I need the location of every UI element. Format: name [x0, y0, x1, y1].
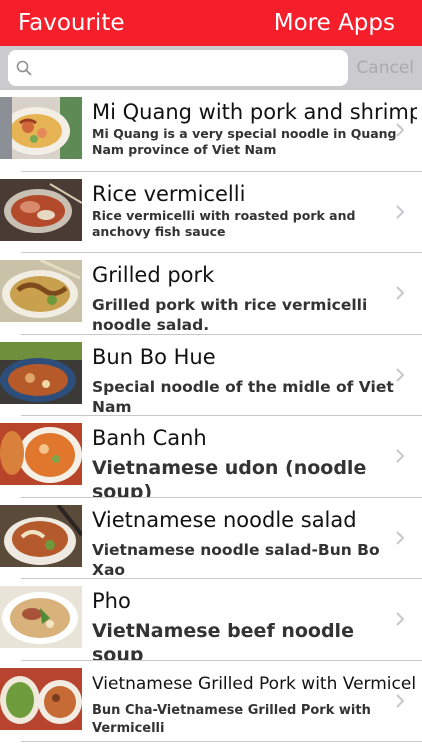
- chevron-right-icon: [396, 530, 404, 545]
- list-item-bun-bo-hue[interactable]: Bun Bo Hue Special noodle of the midle o…: [0, 334, 422, 416]
- item-subtitle: Special noodle of the midle of Viet Nam: [92, 377, 394, 416]
- bun-cha-photo: [0, 667, 82, 730]
- item-title: Vietnamese Grilled Pork with Vermicelli: [92, 673, 417, 694]
- rice-vermicelli-photo: [0, 178, 82, 241]
- search-input[interactable]: [40, 50, 340, 86]
- chevron-right-icon: [396, 367, 404, 382]
- item-title: Banh Canh: [92, 426, 207, 450]
- favourite-button[interactable]: Favourite: [18, 9, 125, 37]
- chevron-right-icon: [396, 449, 404, 463]
- chevron-right-icon: [396, 204, 404, 219]
- item-subtitle: Bun Cha-Vietnamese Grilled Pork with Ver…: [92, 702, 371, 736]
- recipe-list: Mi Quang with pork and shrimp Mi Quang i…: [0, 90, 422, 750]
- search-icon: [16, 60, 32, 76]
- item-subtitle: Grilled pork with rice vermicelli noodle…: [92, 296, 368, 334]
- mi-quang-photo: [0, 97, 82, 159]
- item-title: Pho: [92, 589, 131, 613]
- item-title: Mi Quang with pork and shrimp: [92, 100, 417, 124]
- more-apps-button[interactable]: More Apps: [274, 9, 395, 37]
- list-item-rice-vermicelli[interactable]: Rice vermicelli Rice vermicelli with roa…: [0, 171, 422, 253]
- noodle-salad-photo: [0, 504, 82, 567]
- list-item-banh-canh[interactable]: Banh Canh Vietnamese udon (noodle soup): [0, 416, 422, 503]
- list-item-bun-cha[interactable]: Vietnamese Grilled Pork with Vermicelli …: [0, 660, 422, 742]
- list-item-mi-quang[interactable]: Mi Quang with pork and shrimp Mi Quang i…: [0, 90, 422, 172]
- navigation-bar: Favourite More Apps: [0, 0, 422, 46]
- banh-canh-photo: [0, 423, 82, 485]
- chevron-right-icon: [396, 612, 404, 626]
- item-title: Grilled pork: [92, 263, 215, 287]
- item-subtitle: Rice vermicelli with roasted pork and an…: [92, 207, 356, 239]
- search-bar: Cancel: [0, 46, 422, 90]
- pho-photo: [0, 586, 82, 648]
- chevron-right-icon: [396, 286, 404, 300]
- list-item-pho[interactable]: Pho VietNamese beef noodle soup: [0, 579, 422, 666]
- grilled-pork-photo: [0, 260, 82, 322]
- list-item-grilled-pork[interactable]: Grilled pork Grilled pork with rice verm…: [0, 253, 422, 335]
- search-field[interactable]: [8, 50, 348, 86]
- item-subtitle: Mi Quang is a very special noodle in Qua…: [92, 126, 397, 157]
- list-item-noodle-salad[interactable]: Vietnamese noodle salad Vietnamese noodl…: [0, 497, 422, 579]
- item-subtitle: Vietnamese noodle salad-Bun Bo Xao: [92, 540, 380, 579]
- item-title: Bun Bo Hue: [92, 344, 216, 369]
- chevron-right-icon: [396, 693, 404, 708]
- item-title: Rice vermicelli: [92, 181, 246, 206]
- item-title: Vietnamese noodle salad: [92, 507, 357, 532]
- cancel-button[interactable]: Cancel: [356, 57, 414, 79]
- chevron-right-icon: [396, 123, 404, 137]
- bun-bo-hue-photo: [0, 341, 82, 404]
- row-divider: [21, 741, 422, 742]
